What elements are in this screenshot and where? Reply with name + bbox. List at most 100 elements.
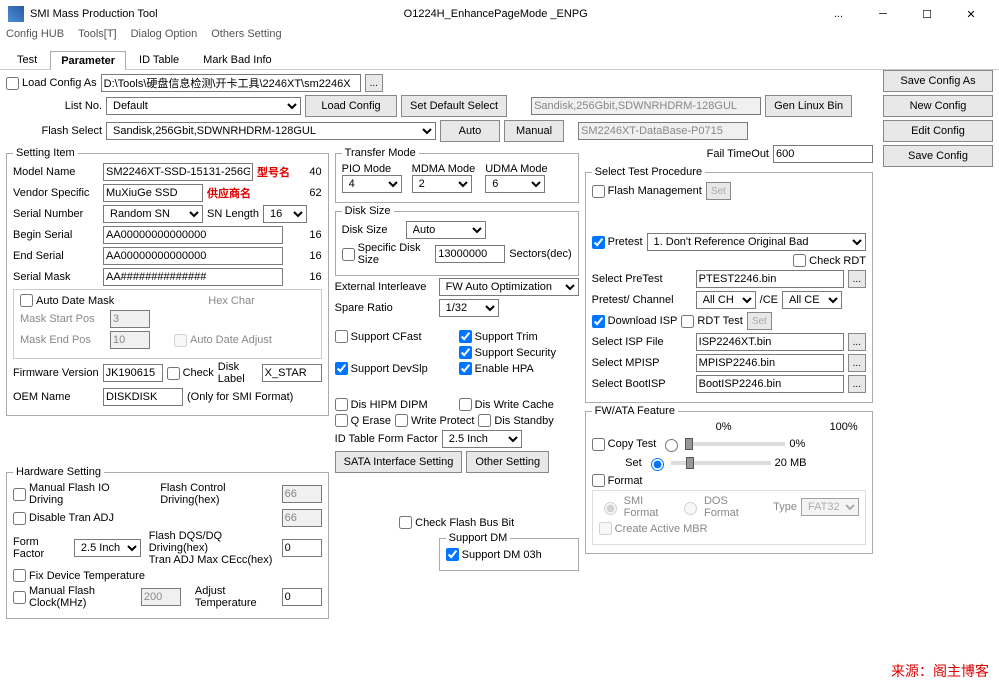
mpisp-browse-button[interactable]: ... [848,354,866,372]
load-config-button[interactable]: Load Config [305,95,397,117]
spare-ratio-select[interactable]: 1/32 [439,299,499,317]
menu-dialog[interactable]: Dialog Option [131,28,198,48]
channel-select[interactable]: All CH [696,291,756,309]
specific-size-input[interactable] [435,245,505,263]
begin-serial-input[interactable] [103,226,283,244]
cfast-check[interactable] [335,330,348,343]
isp-browse-button[interactable]: ... [848,333,866,351]
ext-interleave-select[interactable]: FW Auto Optimization [439,278,579,296]
isp-file-input[interactable] [696,333,844,351]
fw-feature-group: FW/ATA Feature 0%100% Copy Test 0% Set 2… [585,405,873,554]
minimize-button[interactable]: ─ [863,2,903,26]
flash-mgmt-set-button: Set [706,182,731,200]
hw-formfactor-select[interactable]: 2.5 Inch [74,539,141,557]
mdma-select[interactable]: 2 [412,175,472,193]
maximize-button[interactable]: ☐ [907,2,947,26]
copy-test-check[interactable] [592,438,605,451]
list-no-label: List No. [6,100,102,112]
pretest-browse-button[interactable]: ... [848,270,866,288]
sata-setting-button[interactable]: SATA Interface Setting [335,451,463,473]
tab-parameter[interactable]: Parameter [50,51,126,70]
format-check[interactable] [592,474,605,487]
dis-cache-check[interactable] [459,398,472,411]
cecc-input[interactable] [282,539,322,557]
model-name-input[interactable] [103,163,253,181]
watermark: 来源：阁主博客 [891,661,989,681]
specific-size-check[interactable] [342,248,355,261]
pretest-file-input[interactable] [696,270,844,288]
auto-button[interactable]: Auto [440,120,500,142]
pretest-check[interactable] [592,236,605,249]
fail-timeout-input[interactable] [773,145,873,163]
new-config-button[interactable]: New Config [883,95,993,117]
gen-linux-button[interactable]: Gen Linux Bin [765,95,852,117]
flash-ctrl-input [282,485,322,503]
vendor-input[interactable] [103,184,203,202]
other-setting-button[interactable]: Other Setting [466,451,549,473]
adj-temp-input[interactable] [282,588,322,606]
tab-bad[interactable]: Mark Bad Info [192,50,282,69]
udma-select[interactable]: 6 [485,175,545,193]
rdt-test-check[interactable] [681,315,694,328]
mpisp-input[interactable] [696,354,844,372]
save-config-button[interactable]: Save Config [883,145,993,167]
flash-select[interactable]: Sandisk,256Gbit,SDWNRHDRM-128GUL [106,122,436,140]
menu-others[interactable]: Others Setting [211,28,281,48]
disable-tran-check[interactable] [13,512,26,525]
hpa-check[interactable] [459,362,472,375]
auto-adjust-check [174,334,187,347]
wprot-check[interactable] [395,414,408,427]
end-serial-input[interactable] [103,247,283,265]
bootisp-browse-button[interactable]: ... [848,375,866,393]
menu-config[interactable]: Config HUB [6,28,64,48]
load-config-as-check[interactable] [6,77,19,90]
id-formfactor-select[interactable]: 2.5 Inch [442,430,522,448]
edit-config-button[interactable]: Edit Config [883,120,993,142]
qerase-check[interactable] [335,414,348,427]
menu-tools[interactable]: Tools[T] [78,28,117,48]
hardware-setting-group: Hardware Setting Manual Flash IO Driving… [6,466,329,619]
serial-mask-input[interactable] [103,268,283,286]
tab-id[interactable]: ID Table [128,50,190,69]
check-bus-check[interactable] [399,516,412,529]
copy-set-radio[interactable] [651,458,664,471]
tab-test[interactable]: Test [6,50,48,69]
auto-date-check[interactable] [20,294,33,307]
browse-config-button[interactable]: ... [365,74,383,92]
check-fw-check[interactable] [167,367,180,380]
config-path[interactable] [101,74,361,92]
fw-version-input[interactable] [103,364,163,382]
copy-0-radio[interactable] [665,439,678,452]
pio-select[interactable]: 4 [342,175,402,193]
disk-label-input[interactable] [262,364,322,382]
check-rdt-check[interactable] [793,254,806,267]
dis-hipm-check[interactable] [335,398,348,411]
serial-select[interactable]: Random SN [103,205,203,223]
oem-input[interactable] [103,388,183,406]
manual-clock-check[interactable] [13,591,26,604]
fix-temp-check[interactable] [13,569,26,582]
save-config-as-button[interactable]: Save Config As [883,70,993,92]
security-check[interactable] [459,346,472,359]
list-no-select[interactable]: Default [106,97,301,115]
devslp-check[interactable] [335,362,348,375]
trim-check[interactable] [459,330,472,343]
set-default-button[interactable]: Set Default Select [401,95,507,117]
mask-end-input [110,331,150,349]
bootisp-input[interactable] [696,375,844,393]
manual-button[interactable]: Manual [504,120,564,142]
support-dm03-check[interactable] [446,548,459,561]
pretest-select[interactable]: 1. Don't Reference Original Bad [647,233,866,251]
flash-mgmt-check[interactable] [592,185,605,198]
standby-check[interactable] [478,414,491,427]
manual-io-check[interactable] [13,488,26,501]
ce-select[interactable]: All CE [782,291,842,309]
flash-select-label: Flash Select [6,125,102,137]
close-button[interactable]: ✕ [951,2,991,26]
sn-length-select[interactable]: 16 [263,205,307,223]
disk-size-select[interactable]: Auto [406,221,486,239]
download-isp-check[interactable] [592,315,605,328]
smi-format-radio [604,502,617,515]
rdt-set-button: Set [747,312,772,330]
mask-start-input [110,310,150,328]
